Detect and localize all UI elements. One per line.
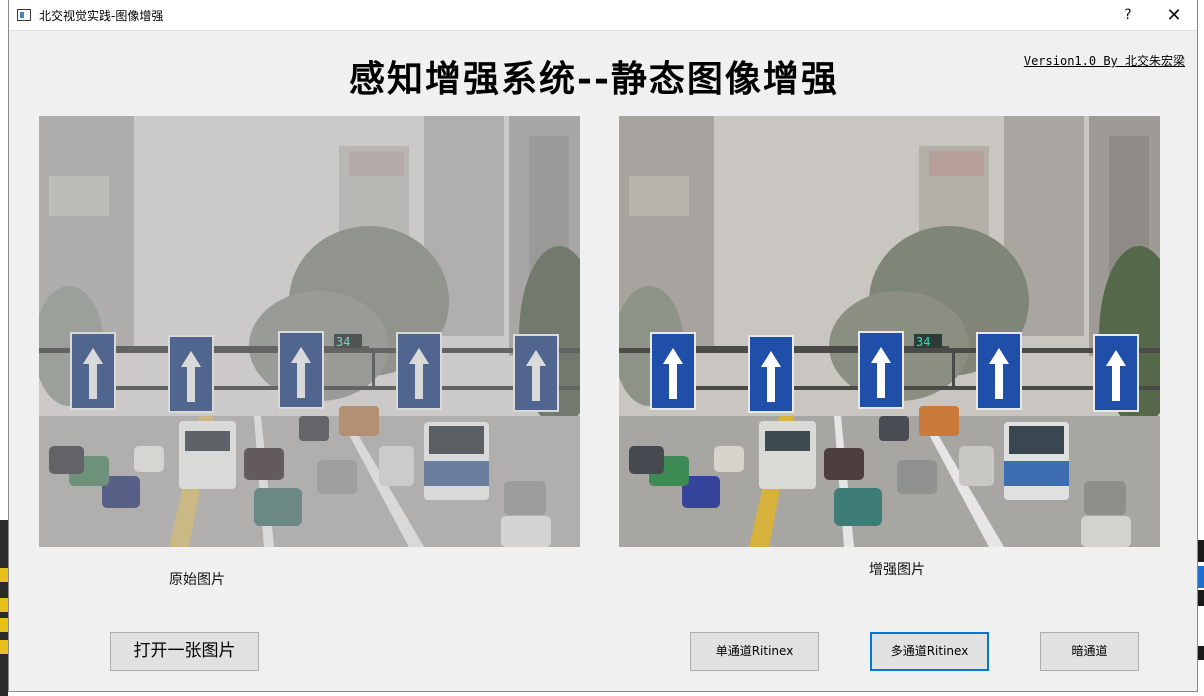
open-image-button[interactable]: 打开一张图片 (110, 632, 259, 671)
enhanced-image: 34 (619, 116, 1160, 547)
warning-icon (0, 598, 8, 612)
original-image (39, 116, 580, 547)
original-image-caption: 原始图片 (169, 572, 225, 588)
close-button[interactable]: ✕ (1151, 0, 1197, 31)
app-window: 北交视觉实践-图像增强 ? ✕ 感知增强系统--静态图像增强 Version1.… (8, 0, 1198, 692)
enhanced-image-caption: 增强图片 (869, 562, 925, 578)
help-button[interactable]: ? (1105, 0, 1151, 31)
original-image-graphic (39, 116, 580, 547)
background-window-left (0, 520, 8, 696)
window-title: 北交视觉实践-图像增强 (39, 9, 164, 23)
warning-icon (0, 568, 8, 582)
background-block (1198, 540, 1204, 562)
multi-channel-retinex-button[interactable]: 多通道Ritinex (870, 632, 989, 671)
enhanced-image-graphic: 34 (619, 116, 1160, 547)
dark-channel-button[interactable]: 暗通道 (1040, 632, 1139, 671)
single-channel-retinex-button[interactable]: 单通道Ritinex (690, 632, 819, 671)
warning-icon (0, 640, 8, 654)
warning-icon (0, 618, 8, 632)
background-block (1198, 646, 1204, 660)
background-window-right (1198, 440, 1204, 696)
app-window-icon (17, 9, 31, 21)
version-label: Version1.0 By 北交朱宏梁 (1023, 54, 1185, 68)
background-block (1198, 566, 1204, 588)
page-title: 感知增强系统--静态图像增强 (349, 58, 839, 100)
background-block (1198, 590, 1204, 606)
title-bar: 北交视觉实践-图像增强 ? ✕ (9, 0, 1197, 31)
